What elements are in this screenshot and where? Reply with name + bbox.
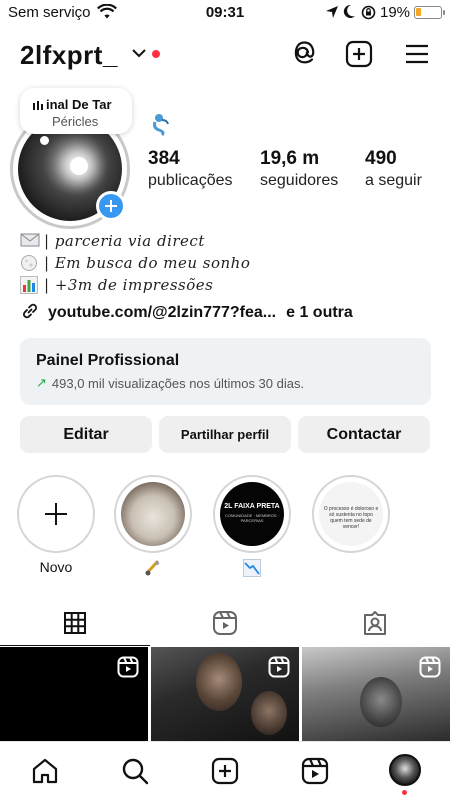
highlight-cover[interactable]: O processo é doloroso e só sustenta no t…: [312, 475, 390, 553]
username-title[interactable]: 2lfxprt_: [20, 40, 118, 71]
battery-percentage: 19%: [380, 4, 411, 21]
audio-bars-icon: [33, 99, 43, 117]
tagged-person-icon: [364, 611, 386, 635]
followers-value: 19,6 m: [260, 148, 320, 169]
highlight-cover-title: 2L FAIXA PRETA: [224, 503, 280, 510]
post-photo: [196, 653, 242, 711]
followers-label: seguidores: [260, 172, 339, 189]
bio-line: | +3m de impressões: [20, 274, 440, 296]
bio-line: | parceria via direct: [20, 230, 440, 252]
bio-text: | Em busca do meu sonho: [44, 254, 251, 272]
grid-icon: [64, 611, 86, 634]
new-highlight[interactable]: Novo: [17, 475, 95, 577]
trend-up-icon: ↗: [36, 375, 47, 390]
highlight-caption: [114, 559, 192, 577]
highlight-image: O processo é doloroso e só sustenta no t…: [319, 482, 383, 546]
edit-profile-button[interactable]: Editar: [20, 416, 152, 453]
highlight-label: [312, 559, 390, 577]
battery-icon: [414, 6, 445, 19]
note-artist: Péricles: [52, 114, 99, 129]
home-icon[interactable]: [30, 756, 60, 786]
genie-emoji-icon: [150, 112, 172, 142]
story-highlight[interactable]: 2L FAIXA PRETA COMUNIDADE · MEMBROS · PA…: [213, 475, 291, 577]
moon-icon: [20, 254, 40, 272]
battery-level: [416, 8, 421, 16]
moon-icon: [342, 4, 356, 24]
new-highlight-circle[interactable]: [17, 475, 95, 553]
highlight-cover[interactable]: [114, 475, 192, 553]
highlight-cover-text: O processo é doloroso e só sustenta no t…: [323, 506, 379, 530]
bio: | parceria via direct | Em busca do meu …: [20, 230, 440, 296]
dashboard-title: Painel Profissional: [36, 352, 180, 369]
highlight-caption: [213, 559, 291, 577]
story-highlight[interactable]: O processo é doloroso e só sustenta no t…: [312, 475, 390, 577]
reels-icon: [213, 611, 237, 635]
story-highlight[interactable]: [114, 475, 192, 577]
grid-post[interactable]: [151, 647, 299, 741]
notification-dot: [152, 50, 160, 58]
status-bar: Sem serviço 09:31 19%: [0, 0, 450, 26]
menu-icon[interactable]: [403, 40, 431, 68]
post-photo: [360, 677, 402, 727]
create-icon[interactable]: [210, 756, 240, 786]
envelope-icon: [20, 232, 40, 250]
threads-icon[interactable]: [289, 40, 317, 68]
professional-dashboard[interactable]: Painel Profissional ↗ 493,0 mil visualiz…: [20, 338, 431, 405]
content-tabs: [0, 600, 450, 646]
grid-post[interactable]: [302, 647, 450, 741]
camera-flash: [70, 157, 88, 175]
following-label: a seguir: [365, 172, 422, 189]
dashboard-views-text: 493,0 mil visualizações nos últimos 30 d…: [51, 375, 305, 391]
share-profile-button[interactable]: Partilhar perfil: [159, 416, 291, 453]
create-post-icon[interactable]: [345, 40, 373, 68]
highlight-cover-subtitle: COMUNIDADE · MEMBROS · PARCERIAS: [225, 513, 279, 523]
rotation-lock-icon: [361, 5, 376, 25]
bar-chart-icon: [20, 276, 40, 294]
bio-line: | Em busca do meu sonho: [20, 252, 440, 274]
posts-value: 384: [148, 148, 180, 169]
link-icon: [20, 301, 40, 326]
music-note-bubble[interactable]: inal De Tar Péricles: [20, 88, 132, 134]
profile-notification-dot: [402, 790, 407, 795]
posts-count[interactable]: 384 publicações: [148, 148, 233, 190]
plus-icon: [43, 501, 69, 527]
reel-badge-icon: [419, 656, 441, 683]
bio-text: | +3m de impressões: [44, 276, 214, 294]
search-icon[interactable]: [120, 756, 150, 786]
bottom-nav: [0, 741, 450, 800]
chart-decreasing-icon: [243, 559, 261, 577]
post-photo: [251, 691, 287, 735]
profile-nav-avatar[interactable]: [389, 754, 421, 786]
contact-button[interactable]: Contactar: [298, 416, 430, 453]
followers-count[interactable]: 19,6 m seguidores: [260, 148, 338, 190]
location-icon: [325, 5, 339, 24]
following-value: 490: [365, 148, 397, 169]
profile-header: 2lfxprt_: [0, 34, 450, 78]
tab-reels[interactable]: [150, 600, 300, 646]
tab-grid[interactable]: [0, 600, 150, 646]
posts-label: publicações: [148, 172, 233, 189]
scooter-emoji-icon: [145, 560, 159, 576]
following-count[interactable]: 490 a seguir: [365, 148, 422, 190]
link-url[interactable]: youtube.com/@2lzin777?fea...: [48, 304, 276, 322]
dashboard-subtitle: ↗ 493,0 mil visualizações nos últimos 30…: [36, 375, 304, 391]
note-bubble-tail: [40, 136, 49, 145]
reel-badge-icon: [268, 656, 290, 683]
highlight-label: Novo: [39, 559, 73, 575]
reel-badge-icon: [117, 656, 139, 683]
reels-nav-icon[interactable]: [300, 756, 330, 786]
add-story-icon[interactable]: [96, 191, 126, 221]
highlight-image: 2L FAIXA PRETA COMUNIDADE · MEMBROS · PA…: [220, 482, 284, 546]
highlight-cover[interactable]: 2L FAIXA PRETA COMUNIDADE · MEMBROS · PA…: [213, 475, 291, 553]
tab-tagged[interactable]: [300, 600, 450, 646]
highlight-image: [121, 482, 185, 546]
bio-text: | parceria via direct: [44, 232, 205, 250]
note-song-title: inal De Tar: [46, 97, 112, 112]
link-more[interactable]: e 1 outra: [286, 304, 353, 322]
grid-post[interactable]: [0, 647, 148, 741]
chevron-down-icon[interactable]: [131, 46, 147, 64]
bio-link[interactable]: youtube.com/@2lzin777?fea... e 1 outra: [20, 302, 353, 324]
